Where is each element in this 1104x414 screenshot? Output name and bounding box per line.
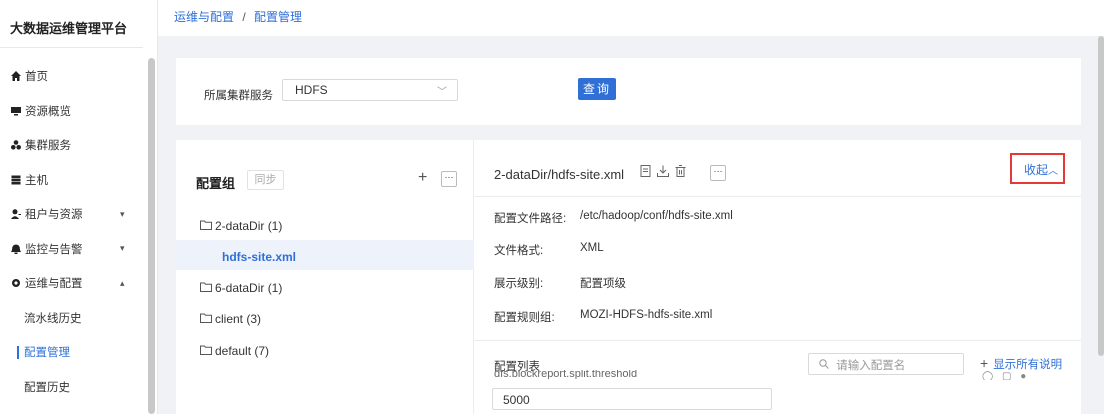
breadcrumb: 运维与配置 / 配置管理	[158, 0, 1104, 36]
breadcrumb-separator: /	[242, 10, 246, 24]
delete-icon[interactable]	[675, 165, 686, 180]
sidebar-item-config-management[interactable]: 配置管理	[0, 335, 157, 370]
tree-folder[interactable]: 6-dataDir (1)	[200, 281, 282, 295]
sidebar-scrollbar[interactable]	[148, 58, 155, 414]
tree-folder-label: 6-dataDir (1)	[215, 281, 283, 295]
settings-icon	[10, 277, 22, 289]
sidebar-item-host[interactable]: 主机	[0, 163, 157, 198]
sidebar-item-label: 配置管理	[24, 347, 70, 360]
cluster-icon	[10, 139, 22, 151]
server-icon	[10, 174, 22, 186]
config-group-pane: 配置组 同步 + ··· 2-dataDir (1) hdfs-site.xml…	[176, 140, 474, 414]
sidebar-nav: 首页 资源概览 集群服务 主机 租户与资源 ▾ 监控与告警 ▾ 运维与配置 ▴	[0, 48, 157, 404]
tree-file-selected[interactable]: hdfs-site.xml	[176, 240, 474, 270]
show-all-label: 显示所有说明	[993, 359, 1063, 371]
sidebar-item-label: 流水线历史	[24, 312, 82, 325]
breadcrumb-parent-link[interactable]: 运维与配置	[174, 10, 234, 24]
sidebar-item-label: 运维与配置	[25, 278, 83, 291]
tree-folder-label: client (3)	[215, 312, 262, 326]
row-action-icons[interactable]: ◯ ▢ ●	[982, 371, 1029, 380]
sidebar-item-cluster-service[interactable]: 集群服务	[0, 128, 157, 163]
config-detail-pane: 2-dataDir/hdfs-site.xml ··· 收起︿ 配置文件路径: …	[474, 140, 1081, 414]
sidebar-item-label: 监控与告警	[25, 243, 83, 256]
sidebar-item-label: 集群服务	[25, 140, 71, 153]
service-select[interactable]: HDFS ﹀	[282, 79, 458, 101]
config-item-name: dfs.blockreport.split.threshold	[494, 370, 638, 379]
search-placeholder: 请输入配置名	[836, 360, 906, 372]
sidebar-item-home[interactable]: 首页	[0, 59, 157, 94]
divider	[474, 196, 1081, 197]
file-action-icons	[640, 165, 686, 180]
config-search-input[interactable]: 请输入配置名	[808, 353, 964, 375]
config-value-input[interactable]: 5000	[492, 388, 772, 410]
sidebar-item-pipeline-history[interactable]: 流水线历史	[0, 301, 157, 336]
sidebar-item-label: 资源概览	[25, 105, 71, 118]
field-key: 配置规则组:	[494, 312, 555, 324]
plus-icon: +	[980, 355, 989, 371]
sidebar-item-label: 首页	[25, 71, 48, 84]
sidebar: 大数据运维管理平台 首页 资源概览 集群服务 主机 租户与资源 ▾ 监控与告警 …	[0, 0, 158, 414]
sidebar-item-resource-overview[interactable]: 资源概览	[0, 94, 157, 129]
search-icon	[819, 359, 829, 372]
config-group-title: 配置组	[196, 176, 236, 191]
collapse-button[interactable]: 收起︿	[1010, 153, 1065, 184]
sidebar-item-label: 配置历史	[24, 381, 70, 394]
breadcrumb-current: 配置管理	[254, 10, 303, 24]
field-key: 展示级别:	[494, 278, 544, 290]
collapse-label: 收起	[1024, 163, 1049, 177]
show-all-descriptions-button[interactable]: + 显示所有说明	[980, 355, 1062, 372]
sidebar-item-label: 租户与资源	[25, 209, 83, 222]
query-button[interactable]: 查询	[578, 78, 616, 100]
folder-icon	[200, 312, 212, 326]
chevron-down-icon: ▾	[120, 243, 125, 254]
download-icon[interactable]	[657, 165, 669, 180]
tree-folder[interactable]: default (7)	[200, 344, 269, 358]
field-value: XML	[580, 242, 604, 254]
add-group-button[interactable]: +	[418, 169, 427, 187]
config-file-title: 2-dataDir/hdfs-site.xml	[494, 167, 625, 182]
document-icon[interactable]	[640, 165, 651, 180]
bell-icon	[10, 243, 22, 255]
chevron-down-icon: ▾	[120, 208, 125, 219]
service-select-value: HDFS	[295, 83, 328, 97]
sidebar-item-label: 主机	[25, 174, 48, 187]
tree-folder-label: default (7)	[215, 344, 270, 358]
field-value: MOZI-HDFS-hdfs-site.xml	[580, 309, 713, 321]
query-panel: 所属集群服务 HDFS ﹀ 查询	[176, 58, 1081, 125]
folder-icon	[200, 219, 212, 233]
field-value: 配置项级	[580, 278, 626, 290]
folder-icon	[200, 344, 212, 358]
monitor-icon	[10, 105, 22, 117]
sidebar-item-monitoring-alerts[interactable]: 监控与告警 ▾	[0, 232, 157, 267]
sidebar-item-tenant-resources[interactable]: 租户与资源 ▾	[0, 197, 157, 232]
more-options-button[interactable]: ···	[441, 171, 457, 187]
field-key: 配置文件路径:	[494, 213, 567, 225]
main-scrollbar[interactable]	[1098, 36, 1104, 356]
chevron-up-icon: ▴	[120, 277, 125, 288]
chevron-down-icon: ﹀	[437, 87, 447, 98]
sidebar-item-config-history[interactable]: 配置历史	[0, 370, 157, 405]
field-key: 文件格式:	[494, 245, 544, 257]
tree-folder-label: 2-dataDir (1)	[215, 219, 283, 233]
home-icon	[10, 70, 22, 82]
field-value: /etc/hadoop/conf/hdfs-site.xml	[580, 210, 733, 222]
divider	[474, 340, 1081, 341]
tree-folder[interactable]: 2-dataDir (1)	[200, 219, 282, 233]
chevron-up-icon: ︿	[1048, 166, 1059, 177]
sidebar-item-ops-config[interactable]: 运维与配置 ▴	[0, 266, 157, 301]
app-title: 大数据运维管理平台	[0, 0, 143, 48]
service-select-label: 所属集群服务	[204, 90, 273, 102]
sync-button[interactable]: 同步	[247, 170, 284, 190]
config-panel: 配置组 同步 + ··· 2-dataDir (1) hdfs-site.xml…	[176, 140, 1081, 414]
folder-icon	[200, 281, 212, 295]
user-icon	[10, 208, 22, 220]
tree-folder[interactable]: client (3)	[200, 312, 261, 326]
more-options-button[interactable]: ···	[710, 165, 726, 181]
